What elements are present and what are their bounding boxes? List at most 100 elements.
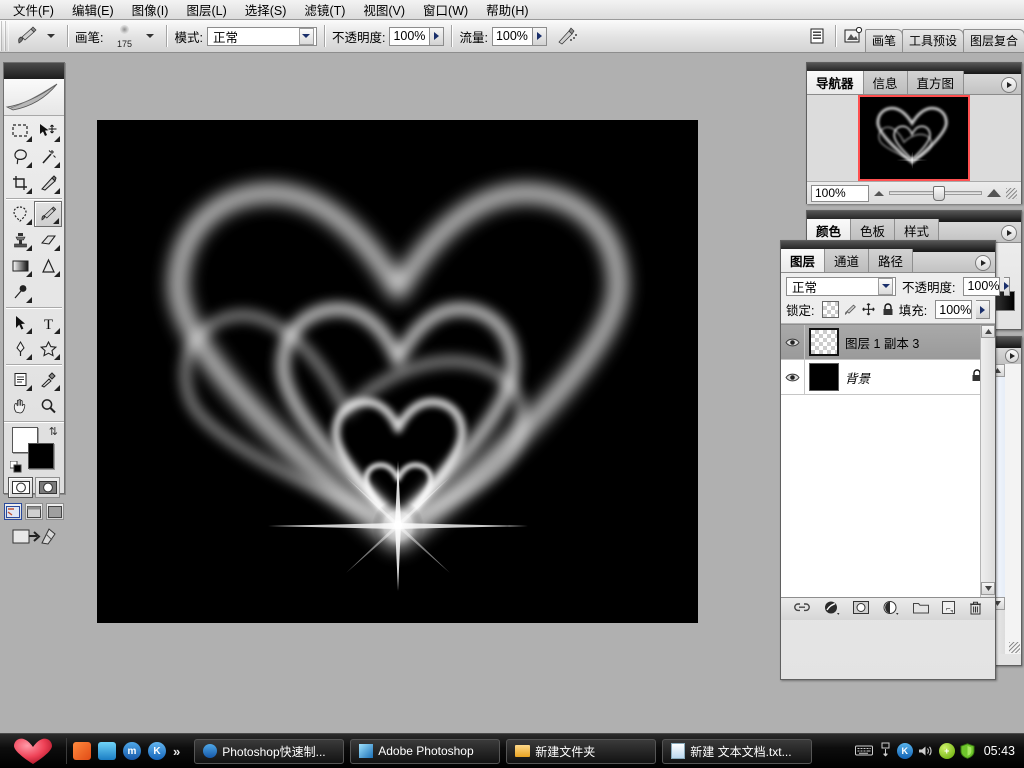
crop-tool[interactable] <box>6 170 34 196</box>
notes-tool[interactable] <box>6 367 34 393</box>
layer-list-scrollbar[interactable] <box>980 325 995 597</box>
lock-image-icon[interactable] <box>843 302 858 317</box>
layer-opacity-input[interactable]: 100% <box>963 276 1001 296</box>
delete-layer-icon[interactable] <box>969 601 982 618</box>
color-palette-menu-icon[interactable] <box>1001 225 1017 241</box>
kingsoft-icon[interactable]: K <box>148 742 166 760</box>
show-desktop-icon[interactable] <box>73 742 91 760</box>
zoom-in-icon[interactable] <box>987 189 1001 197</box>
options-bar-grip[interactable] <box>0 21 9 51</box>
tab-channels[interactable]: 通道 <box>825 249 870 272</box>
menu-item-image[interactable]: 图像(I) <box>123 0 178 21</box>
navigator-resize-grip[interactable] <box>1006 187 1017 199</box>
tab-layers[interactable]: 图层 <box>781 249 826 272</box>
layer-style-icon[interactable] <box>824 601 840 618</box>
brush-preset-caret-icon[interactable] <box>146 34 155 38</box>
update-icon[interactable]: + <box>938 743 955 759</box>
flow-input[interactable]: 100% <box>491 26 533 46</box>
ie-icon[interactable] <box>98 742 116 760</box>
swap-colors-icon[interactable]: ⇅ <box>49 425 58 438</box>
brush-tool[interactable] <box>34 201 62 227</box>
menu-item-layer[interactable]: 图层(L) <box>177 0 235 21</box>
table-row[interactable]: 背景 <box>781 360 995 395</box>
quick-mask-mode-icon[interactable] <box>35 477 60 498</box>
chevron-down-icon[interactable] <box>298 27 314 45</box>
tab-swatches[interactable]: 色板 <box>851 219 896 242</box>
volume-icon[interactable] <box>918 743 934 759</box>
tab-navigator[interactable]: 导航器 <box>807 71 864 94</box>
marquee-tool[interactable] <box>6 118 34 144</box>
tab-paths[interactable]: 路径 <box>869 249 914 272</box>
new-group-icon[interactable] <box>912 602 929 617</box>
pen-tool[interactable] <box>6 336 34 362</box>
document-canvas[interactable] <box>97 120 698 623</box>
well-tab-tool-presets[interactable]: 工具预设 <box>901 28 964 52</box>
brush-tool-icon[interactable] <box>12 24 42 48</box>
opacity-input[interactable]: 100% <box>389 26 431 46</box>
gradient-tool[interactable] <box>6 253 34 279</box>
navigator-preview[interactable] <box>807 95 1021 181</box>
background-palette-menu-icon[interactable] <box>1005 349 1019 363</box>
menu-item-window[interactable]: 窗口(W) <box>414 0 477 21</box>
layer-fill-slider-button[interactable] <box>976 300 990 319</box>
clone-stamp-tool[interactable] <box>6 227 34 253</box>
jump-to-imageready-button[interactable] <box>4 520 64 548</box>
task-button-new-folder[interactable]: 新建文件夹 <box>506 738 657 764</box>
full-screen-mode-icon[interactable] <box>46 503 64 520</box>
blend-mode-select[interactable]: 正常 <box>206 26 317 46</box>
eraser-tool[interactable] <box>34 227 62 253</box>
navigator-zoom-slider[interactable] <box>889 185 982 201</box>
standard-mode-icon[interactable] <box>8 477 33 498</box>
scrollbar-track[interactable] <box>981 338 995 582</box>
move-tool[interactable] <box>34 118 62 144</box>
toolbox-titlebar[interactable] <box>4 63 64 79</box>
layer-opacity-slider-button[interactable] <box>1004 276 1011 296</box>
full-screen-with-menubar-icon[interactable] <box>25 503 43 520</box>
healing-brush-tool[interactable] <box>6 201 34 227</box>
flow-slider-button[interactable] <box>532 26 547 46</box>
security-shield-icon[interactable] <box>960 743 976 759</box>
navigator-palette-menu-icon[interactable] <box>1001 77 1017 93</box>
layer-fill-input[interactable]: 100% <box>935 300 973 319</box>
task-button-adobe-photoshop[interactable]: Adobe Photoshop <box>350 738 501 764</box>
zoom-tool[interactable] <box>34 393 62 419</box>
slider-knob[interactable] <box>932 185 945 201</box>
default-colors-icon[interactable] <box>9 460 22 473</box>
brush-preview[interactable]: 175 <box>107 23 141 49</box>
lasso-tool[interactable] <box>6 144 34 170</box>
task-button-photoshop-tutorial[interactable]: Photoshop快速制... <box>194 738 345 764</box>
blur-tool[interactable] <box>34 253 62 279</box>
palette-well-icon[interactable] <box>806 24 828 48</box>
tab-histogram[interactable]: 直方图 <box>907 71 965 94</box>
tab-styles[interactable]: 样式 <box>895 219 940 242</box>
scroll-up-button[interactable] <box>981 325 995 338</box>
magic-wand-tool[interactable] <box>34 144 62 170</box>
jump-to-imageready-icon[interactable] <box>843 24 865 48</box>
tab-info[interactable]: 信息 <box>863 71 908 94</box>
airbrush-icon[interactable] <box>553 24 583 48</box>
maxthon-icon[interactable]: m <box>123 742 141 760</box>
lock-transparency-icon[interactable] <box>822 301 840 318</box>
lock-all-icon[interactable] <box>880 302 895 317</box>
opacity-slider-button[interactable] <box>430 26 445 46</box>
layer-mask-icon[interactable] <box>853 601 870 617</box>
layer-blend-mode-select[interactable]: 正常 <box>786 276 896 296</box>
shape-tool[interactable] <box>34 336 62 362</box>
clock[interactable]: 05:43 <box>984 744 1015 758</box>
scroll-down-button[interactable] <box>981 582 995 595</box>
dodge-tool[interactable] <box>6 279 34 305</box>
adjustment-layer-icon[interactable] <box>883 600 899 618</box>
layer-thumbnail[interactable] <box>809 363 839 391</box>
tool-preset-caret-icon[interactable] <box>47 34 55 38</box>
menu-item-filter[interactable]: 滤镜(T) <box>295 0 354 21</box>
navigator-zoom-input[interactable]: 100% <box>811 184 869 202</box>
layer-thumbnail[interactable] <box>809 328 839 356</box>
menu-item-file[interactable]: 文件(F) <box>4 0 63 21</box>
language-bar-icon[interactable] <box>878 742 892 761</box>
layer-visibility-toggle[interactable] <box>781 325 805 359</box>
standard-screen-mode-icon[interactable] <box>4 503 22 520</box>
background-color-swatch[interactable] <box>28 443 54 469</box>
layer-visibility-toggle[interactable] <box>781 360 805 394</box>
menu-item-view[interactable]: 视图(V) <box>354 0 414 21</box>
type-tool[interactable]: T <box>34 310 62 336</box>
